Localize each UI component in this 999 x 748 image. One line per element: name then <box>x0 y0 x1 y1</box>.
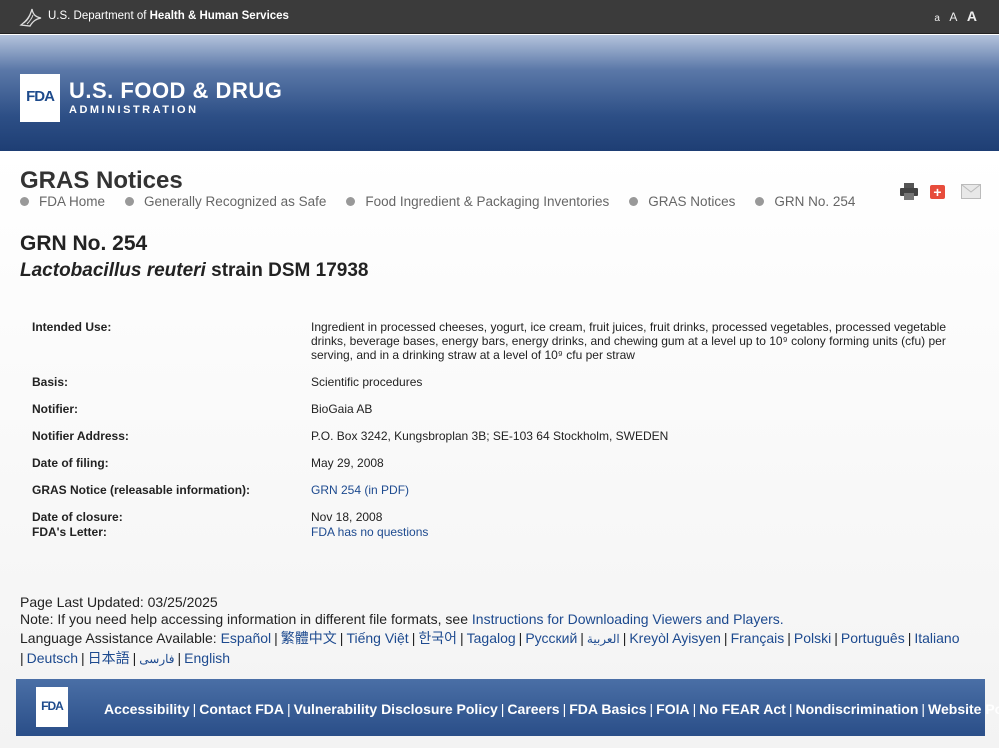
viewers-link[interactable]: Instructions for Downloading Viewers and… <box>472 611 784 627</box>
note-text: Note: If you need help accessing informa… <box>20 611 472 627</box>
grn-number: GRN No. 254 <box>20 232 148 255</box>
fda-logo[interactable]: FDA <box>20 74 60 122</box>
print-icon[interactable] <box>900 183 918 200</box>
breadcrumb-gras-notices[interactable]: GRAS Notices <box>629 194 735 209</box>
fda-logo-text: FDA <box>26 88 55 105</box>
footer-link-contact[interactable]: Contact FDA <box>199 701 284 717</box>
footer-link-foia[interactable]: FOIA <box>656 701 689 717</box>
lang-link[interactable]: Français <box>731 630 785 646</box>
detail-value: Ingredient in processed cheeses, yogurt,… <box>311 320 951 362</box>
detail-label: Notifier Address: <box>32 429 129 443</box>
substance-italic: Lactobacillus reuteri <box>20 260 206 281</box>
detail-label: Date of filing: <box>32 456 109 470</box>
language-label: Language Assistance Available: <box>20 630 221 646</box>
file-format-note: Note: If you need help accessing informa… <box>20 611 985 628</box>
page-footer-info: Page Last Updated: 03/25/2025 Note: If y… <box>20 594 985 669</box>
breadcrumb-fda-home[interactable]: FDA Home <box>20 194 105 209</box>
lang-link[interactable]: English <box>184 650 230 666</box>
footer-link-accessibility[interactable]: Accessibility <box>104 701 190 717</box>
intended-use-line: Ingredient in processed cheeses, yogurt,… <box>311 320 946 334</box>
fda-subtitle: ADMINISTRATION <box>69 104 199 116</box>
detail-value: P.O. Box 3242, Kungsbroplan 3B; SE-103 6… <box>311 429 669 443</box>
bullet-icon <box>20 197 29 206</box>
lang-link[interactable]: 日本語 <box>88 650 130 666</box>
breadcrumb-label: GRN No. 254 <box>774 194 856 209</box>
hhs-link[interactable]: U.S. Department of Health & Human Servic… <box>48 10 289 22</box>
lang-link[interactable]: Italiano <box>914 630 959 646</box>
lang-link[interactable]: Русский <box>525 630 577 646</box>
substance-rest: strain DSM 17938 <box>205 260 369 281</box>
detail-value: Nov 18, 2008 <box>311 510 383 524</box>
lang-link[interactable]: Polski <box>794 630 831 646</box>
breadcrumb-gras[interactable]: Generally Recognized as Safe <box>125 194 326 209</box>
bullet-icon <box>629 197 639 206</box>
breadcrumb-label: Food Ingredient & Packaging Inventories <box>365 194 610 209</box>
bullet-icon <box>125 197 135 206</box>
footer-bar: FDA Accessibility | Contact FDA | Vulnerab… <box>16 679 999 736</box>
breadcrumb-current: GRN No. 254 <box>755 194 855 209</box>
footer-link-vulnerability[interactable]: Vulnerability Disclosure Policy <box>294 701 498 717</box>
breadcrumb: FDA Home Generally Recognized as Safe Fo… <box>20 194 875 209</box>
hhs-name: Health & Human Services <box>149 10 289 22</box>
breadcrumb-label: Generally Recognized as Safe <box>144 194 327 209</box>
detail-label: Notifier: <box>32 402 78 416</box>
font-size-large[interactable]: A <box>967 8 977 24</box>
hhs-topbar: U.S. Department of Health & Human Servic… <box>0 0 999 34</box>
hhs-eagle-icon[interactable] <box>18 5 44 29</box>
breadcrumb-label: FDA Home <box>39 194 106 209</box>
intended-use-line: drinks, beverage bases, energy bars, ene… <box>311 334 946 348</box>
mail-icon[interactable] <box>961 184 981 199</box>
lang-link[interactable]: فارسی <box>139 652 174 666</box>
lang-link[interactable]: 한국어 <box>418 630 457 646</box>
detail-label: Basis: <box>32 375 69 389</box>
page-title: GRAS Notices <box>20 167 183 194</box>
grn-pdf-link[interactable]: GRN 254 (in PDF) <box>311 483 409 497</box>
substance-name: Lactobacillus reuteri strain DSM 17938 <box>20 260 368 282</box>
detail-label: Date of closure: <box>32 510 123 524</box>
footer-link-nondiscrimination[interactable]: Nondiscrimination <box>795 701 918 717</box>
font-size-small[interactable]: a <box>934 13 940 24</box>
lang-link[interactable]: العربية <box>587 632 620 646</box>
detail-label: Intended Use: <box>32 320 112 334</box>
page-tools: + <box>900 183 981 200</box>
fda-title[interactable]: U.S. FOOD & DRUG <box>69 78 282 104</box>
language-assistance: Language Assistance Available: Español | 繁… <box>20 630 960 666</box>
footer-link-no-fear[interactable]: No FEAR Act <box>699 701 786 717</box>
footer-link-careers[interactable]: Careers <box>507 701 559 717</box>
breadcrumb-inventories[interactable]: Food Ingredient & Packaging Inventories <box>346 194 609 209</box>
detail-label: GRAS Notice (releasable information): <box>32 483 251 497</box>
lang-link[interactable]: 繁體中文 <box>281 630 337 646</box>
detail-value: Scientific procedures <box>311 375 423 389</box>
last-updated: Page Last Updated: 03/25/2025 <box>20 594 218 610</box>
lang-link[interactable]: Deutsch <box>27 650 78 666</box>
breadcrumb-label: GRAS Notices <box>648 194 736 209</box>
footer-logo-text: FDA <box>41 699 64 713</box>
detail-label: FDA's Letter: <box>32 525 107 539</box>
lang-link[interactable]: Português <box>841 630 905 646</box>
font-size-medium[interactable]: A <box>949 10 957 24</box>
fda-letter-link[interactable]: FDA has no questions <box>311 525 428 539</box>
intended-use-line: serving, and in a drinking straw at a le… <box>311 348 635 362</box>
lang-link[interactable]: Tagalog <box>467 630 516 646</box>
bullet-icon <box>755 197 765 206</box>
detail-value: BioGaia AB <box>311 402 373 416</box>
font-size-controls: a A A <box>929 8 977 26</box>
footer-link-policies[interactable]: Website Policies <box>928 701 999 717</box>
lang-link[interactable]: Tiếng Việt <box>346 630 408 646</box>
lang-link[interactable]: Español <box>221 630 272 646</box>
plus-icon[interactable]: + <box>930 184 945 199</box>
hhs-prefix: U.S. Department of <box>48 10 150 22</box>
bullet-icon <box>346 197 356 206</box>
footer-fda-logo[interactable]: FDA <box>36 687 68 727</box>
detail-value: May 29, 2008 <box>311 456 384 470</box>
footer-links: Accessibility | Contact FDA | Vulnerabilit… <box>104 701 999 717</box>
lang-link[interactable]: Kreyòl Ayisyen <box>629 630 721 646</box>
footer-link-fda-basics[interactable]: FDA Basics <box>569 701 646 717</box>
